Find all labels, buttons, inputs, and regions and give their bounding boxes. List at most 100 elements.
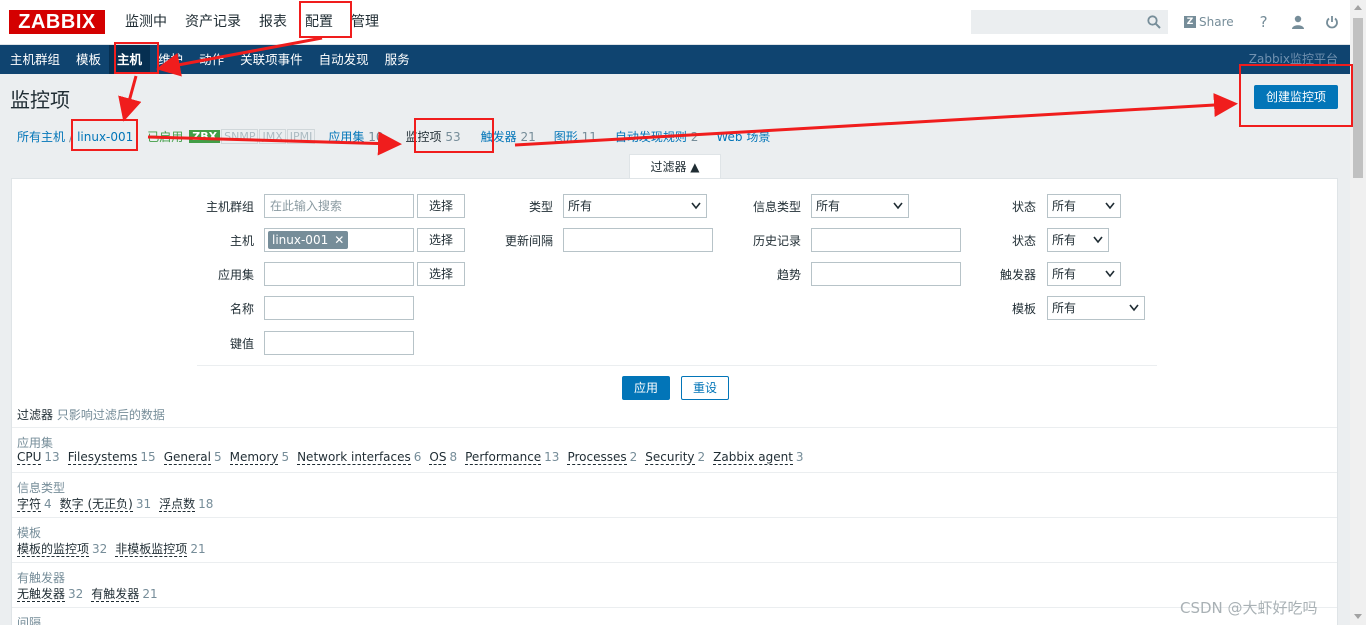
tab-graphs[interactable]: 图形 11 xyxy=(554,128,597,145)
subfilter-item[interactable]: Network interfaces 6 xyxy=(297,450,422,465)
subfilter-item-label[interactable]: Security xyxy=(645,450,695,465)
subfilter-item[interactable]: 浮点数 18 xyxy=(159,495,213,512)
scroll-up-icon[interactable] xyxy=(1354,4,1362,12)
apply-button[interactable]: 应用 xyxy=(622,376,670,400)
subfilter-item[interactable]: 模板的监控项 32 xyxy=(17,540,107,557)
subfilter-item[interactable]: CPU 13 xyxy=(17,450,60,465)
subfilter-item[interactable]: 无触发器 32 xyxy=(17,585,83,602)
subfilter-item[interactable]: Security 2 xyxy=(645,450,705,465)
subfilter-item-label[interactable]: 浮点数 xyxy=(159,497,196,512)
subfilter-item-label[interactable]: Memory xyxy=(229,450,279,465)
subfilter-item[interactable]: 字符 4 xyxy=(17,495,52,512)
triggers-select[interactable]: 所有 xyxy=(1047,262,1121,286)
name-input[interactable] xyxy=(264,296,414,320)
subfilter-item-count: 31 xyxy=(135,497,152,511)
host-select-button[interactable]: 选择 xyxy=(417,228,465,252)
subfilter-item[interactable]: Performance 13 xyxy=(465,450,559,465)
history-input[interactable] xyxy=(811,228,961,252)
subfilter-item[interactable]: OS 8 xyxy=(429,450,458,465)
chevron-down-icon xyxy=(1129,304,1139,312)
subfilter-item-label[interactable]: Filesystems xyxy=(67,450,138,465)
search-icon[interactable] xyxy=(1147,15,1161,29)
subfilter-group-applications: 应用集 CPU 13 Filesystems 15 General 5 Memory 5… xyxy=(12,427,1337,472)
subfilter-item-label[interactable]: Zabbix agent xyxy=(713,450,793,465)
reset-button[interactable]: 重设 xyxy=(681,376,729,400)
submenu-correlation[interactable]: 关联项事件 xyxy=(232,45,311,74)
subfilter-item[interactable]: Filesystems 15 xyxy=(67,450,156,465)
subfilter-item-label[interactable]: 数字 (无正负) xyxy=(59,497,133,512)
subfilter-item-label[interactable]: Network interfaces xyxy=(297,450,411,465)
tab-label[interactable]: 自动发现规则 xyxy=(615,130,687,144)
application-select-button[interactable]: 选择 xyxy=(417,262,465,286)
menu-inventory[interactable]: 资产记录 xyxy=(176,0,250,45)
subfilter-item[interactable]: 有触发器 21 xyxy=(91,585,158,602)
tab-label[interactable]: 图形 xyxy=(554,130,578,144)
sub-menu-bar: 主机群组 模板 主机 维护 动作 关联项事件 自动发现 服务 Zabbix监控平… xyxy=(0,45,1350,74)
filter-toggle-tab[interactable]: 过滤器 ▲ xyxy=(629,154,721,179)
power-icon[interactable] xyxy=(1322,12,1342,32)
tab-applications[interactable]: 应用集 10 xyxy=(328,128,383,145)
subfilter-item[interactable]: Processes 2 xyxy=(567,450,637,465)
subfilter-item-count: 6 xyxy=(413,450,422,464)
host-group-input[interactable]: 在此输入搜索 xyxy=(264,194,414,218)
tab-discovery-rules[interactable]: 自动发现规则 2 xyxy=(615,128,698,145)
state-select[interactable]: 所有 xyxy=(1047,194,1121,218)
subfilter-item-label[interactable]: 模板的监控项 xyxy=(17,542,90,557)
type-select[interactable]: 所有 xyxy=(563,194,707,218)
subfilter-item-label[interactable]: 非模板监控项 xyxy=(115,542,188,557)
subfilter-item-label[interactable]: Processes xyxy=(567,450,627,465)
subfilter-item[interactable]: 非模板监控项 21 xyxy=(115,540,206,557)
subfilter-item-label[interactable]: 字符 xyxy=(17,497,42,512)
submenu-host-groups[interactable]: 主机群组 xyxy=(2,45,68,74)
subfilter-item[interactable]: Memory 5 xyxy=(229,450,289,465)
subfilter-item[interactable]: Zabbix agent 3 xyxy=(713,450,804,465)
zabbix-logo[interactable]: ZABBIX xyxy=(9,10,105,34)
tab-web-scenarios[interactable]: Web 场景 xyxy=(716,128,770,145)
subfilter-item-label[interactable]: CPU xyxy=(17,450,42,465)
submenu-discovery[interactable]: 自动发现 xyxy=(311,45,377,74)
subfilter-item-label[interactable]: General xyxy=(163,450,211,465)
help-icon[interactable]: ? xyxy=(1254,12,1274,32)
share-link[interactable]: Z Share xyxy=(1184,15,1234,29)
history-label: 历史记录 xyxy=(752,234,801,248)
subfilter-group-with-triggers: 有触发器 无触发器 32 有触发器 21 xyxy=(12,562,1337,607)
submenu-services[interactable]: 服务 xyxy=(377,45,418,74)
submenu-actions[interactable]: 动作 xyxy=(191,45,232,74)
subfilter-item-label[interactable]: Performance xyxy=(465,450,542,465)
host-input[interactable]: linux-001 ✕ xyxy=(264,228,414,252)
trends-input[interactable] xyxy=(811,262,961,286)
user-icon[interactable] xyxy=(1288,12,1308,32)
host-status[interactable]: 已启用 xyxy=(147,128,183,145)
scrollbar-thumb[interactable] xyxy=(1353,18,1363,178)
subfilter-item-label[interactable]: 有触发器 xyxy=(91,587,140,602)
subfilter-items: CPU 13 Filesystems 15 General 5 Memory 5 Net… xyxy=(17,450,812,465)
menu-monitoring[interactable]: 监测中 xyxy=(116,0,176,45)
update-interval-input[interactable] xyxy=(563,228,713,252)
template-select[interactable]: 所有 xyxy=(1047,296,1145,320)
search-input[interactable] xyxy=(971,10,1168,34)
subfilter-item-count: 3 xyxy=(795,450,804,464)
subfilter-item[interactable]: General 5 xyxy=(163,450,222,465)
status-select[interactable]: 所有 xyxy=(1047,228,1109,252)
chevron-down-icon xyxy=(691,202,701,210)
subfilter-item-count: 8 xyxy=(449,450,458,464)
submenu-templates[interactable]: 模板 xyxy=(68,45,109,74)
subfilter-item-count: 5 xyxy=(213,450,222,464)
tab-count: 10 xyxy=(368,130,384,144)
subfilter-item-count: 21 xyxy=(190,542,206,556)
menu-reports[interactable]: 报表 xyxy=(250,0,296,45)
scroll-down-icon[interactable] xyxy=(1354,612,1362,620)
all-hosts-link[interactable]: 所有主机 xyxy=(17,128,65,145)
subfilter-item-count: 13 xyxy=(44,450,60,464)
tab-count: 11 xyxy=(581,130,597,144)
host-group-select-button[interactable]: 选择 xyxy=(417,194,465,218)
application-input[interactable] xyxy=(264,262,414,286)
remove-chip-icon[interactable]: ✕ xyxy=(334,233,344,247)
key-input[interactable] xyxy=(264,331,414,355)
subfilter-item-label[interactable]: OS xyxy=(429,450,447,465)
subfilter-item-label[interactable]: 无触发器 xyxy=(17,587,66,602)
tab-label[interactable]: 应用集 xyxy=(328,130,364,144)
tab-label[interactable]: Web 场景 xyxy=(716,130,770,144)
subfilter-item[interactable]: 数字 (无正负) 31 xyxy=(59,495,152,512)
info-type-select[interactable]: 所有 xyxy=(811,194,909,218)
